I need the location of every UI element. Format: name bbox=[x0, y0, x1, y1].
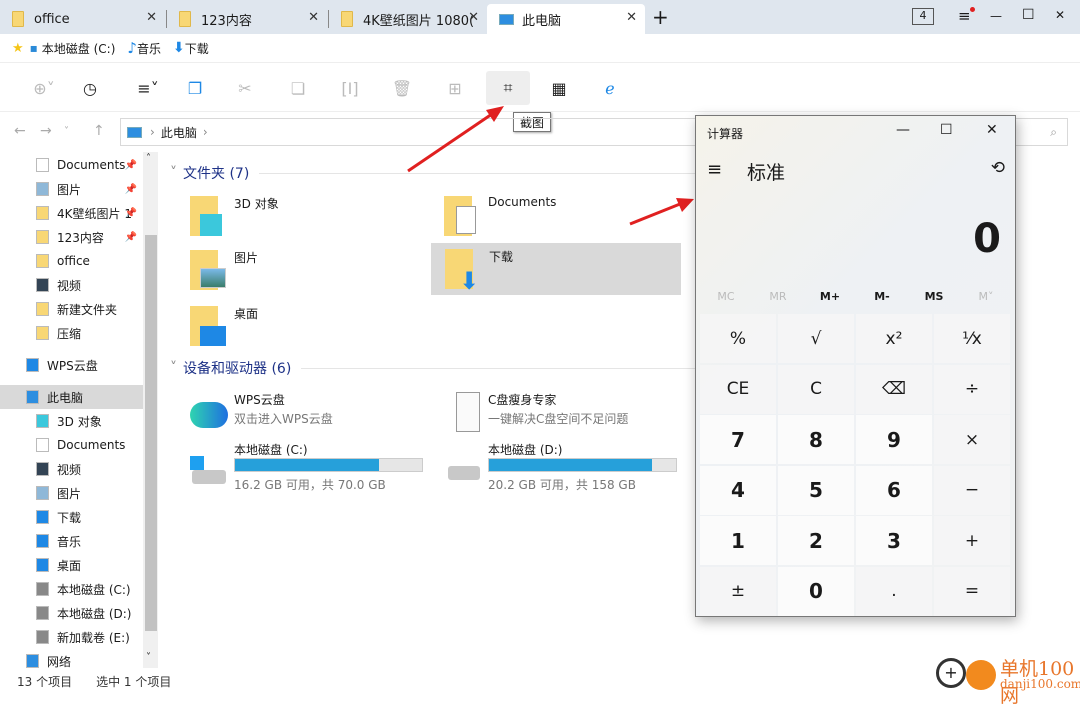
memory-button[interactable]: M˅ bbox=[960, 290, 1012, 303]
calc-key[interactable]: % bbox=[700, 314, 776, 363]
calc-key[interactable]: 0 bbox=[778, 566, 854, 616]
calc-key[interactable]: + bbox=[934, 516, 1010, 565]
calc-key[interactable]: ¹⁄x bbox=[934, 314, 1010, 363]
calc-minimize-button[interactable]: — bbox=[896, 122, 910, 138]
calc-maximize-button[interactable]: ☐ bbox=[940, 122, 953, 138]
calc-key[interactable]: x² bbox=[856, 314, 932, 363]
calc-display: 0 bbox=[973, 216, 1001, 262]
calc-key[interactable]: ± bbox=[700, 566, 776, 616]
calc-key[interactable]: C bbox=[778, 364, 854, 414]
calc-key[interactable]: 3 bbox=[856, 516, 932, 565]
memory-button[interactable]: MC bbox=[700, 290, 752, 303]
watermark-logo: + 单机100网 danji100.com bbox=[930, 650, 1080, 707]
history-icon[interactable]: ⟲ bbox=[991, 158, 1005, 178]
calc-key[interactable]: × bbox=[934, 415, 1010, 464]
calc-key[interactable]: 1 bbox=[700, 516, 776, 565]
calc-close-button[interactable]: ✕ bbox=[986, 122, 998, 138]
calc-key[interactable]: √ bbox=[778, 314, 854, 363]
calc-key[interactable]: . bbox=[856, 566, 932, 616]
memory-button[interactable]: MR bbox=[752, 290, 804, 303]
memory-button[interactable]: MS bbox=[908, 290, 960, 303]
calc-key[interactable]: 4 bbox=[700, 465, 776, 515]
red-arrow-2 bbox=[629, 202, 681, 226]
calc-key[interactable]: 5 bbox=[778, 465, 854, 515]
calc-key[interactable]: CE bbox=[700, 364, 776, 414]
red-arrow-1-head bbox=[486, 106, 504, 122]
hamburger-menu-icon[interactable]: ≡ bbox=[707, 159, 722, 180]
memory-button[interactable]: M- bbox=[856, 290, 908, 303]
memory-button[interactable]: M+ bbox=[804, 290, 856, 303]
calc-key[interactable]: = bbox=[934, 566, 1010, 616]
calculator-window: 计算器 — ☐ ✕ ≡ 标准 ⟲ 0 MC MR M+ M- MS M˅% √ x² ¹⁄x CE… bbox=[695, 115, 1016, 617]
calc-key[interactable]: 8 bbox=[778, 415, 854, 464]
calc-key[interactable]: 2 bbox=[778, 516, 854, 565]
calc-key[interactable]: 6 bbox=[856, 465, 932, 515]
calc-key[interactable]: ⌫ bbox=[856, 364, 932, 414]
calc-key[interactable]: 9 bbox=[856, 415, 932, 464]
red-arrow-1 bbox=[407, 112, 493, 173]
calc-key[interactable]: 7 bbox=[700, 415, 776, 464]
calc-key[interactable]: ÷ bbox=[934, 364, 1010, 414]
calc-key[interactable]: − bbox=[934, 465, 1010, 515]
